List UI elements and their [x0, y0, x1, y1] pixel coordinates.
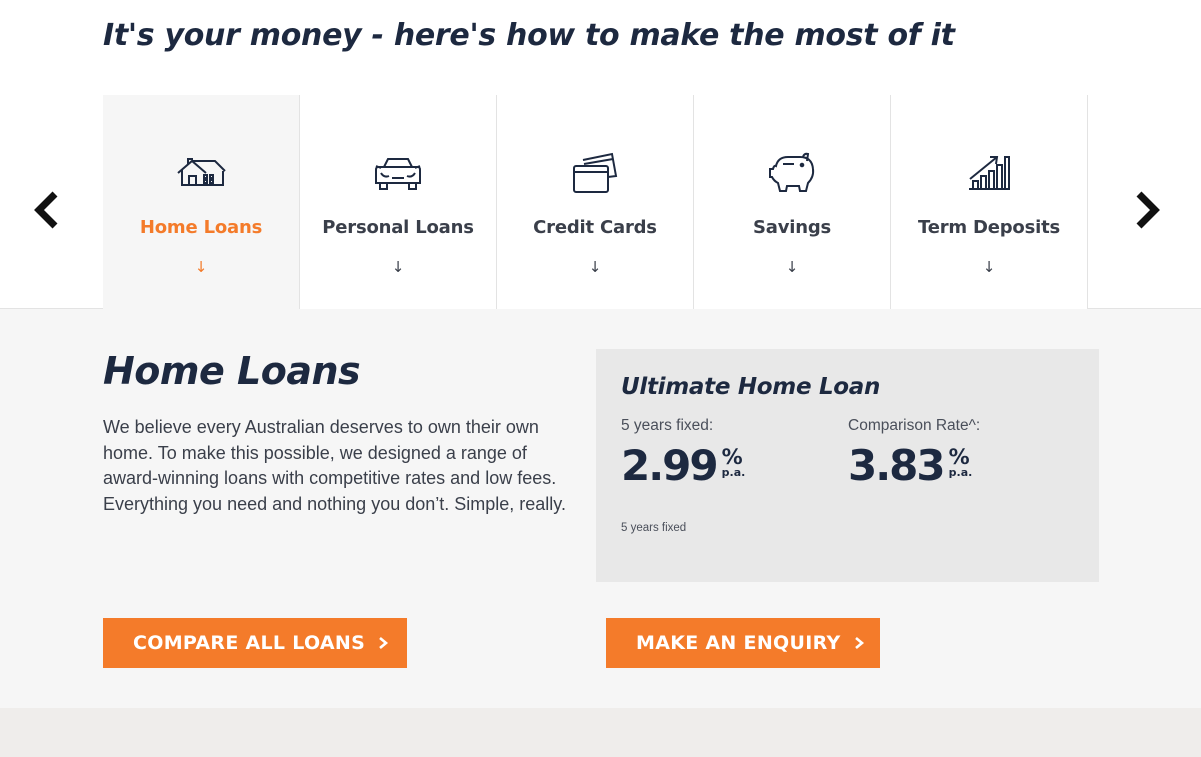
- piggy-bank-icon: [766, 151, 818, 197]
- rate-note: 5 years fixed: [621, 522, 687, 534]
- chevron-right-icon: [379, 637, 389, 649]
- rate-card-title: Ultimate Home Loan: [621, 374, 881, 400]
- carousel-next-button[interactable]: [1128, 190, 1168, 230]
- product-detail-panel: Home Loans We believe every Australian d…: [0, 309, 1201, 708]
- arrow-down-icon: ↓: [588, 258, 602, 276]
- arrow-down-icon: ↓: [194, 258, 208, 276]
- page: It's your money - here's how to make the…: [0, 0, 1201, 757]
- per-annum-label: p.a.: [721, 466, 746, 479]
- tab-home-loans[interactable]: Home Loans ↓: [103, 95, 300, 310]
- tab-label: Savings: [752, 217, 832, 238]
- house-icon: [175, 151, 227, 197]
- percent-sign: %: [721, 445, 743, 469]
- fixed-rate: 5 years fixed: 2.99 % p.a.: [621, 417, 745, 489]
- compare-all-loans-button[interactable]: COMPARE ALL LOANS: [103, 618, 407, 668]
- chevron-right-icon: [854, 637, 864, 649]
- section-description: We believe every Australian deserves to …: [103, 417, 566, 514]
- section-title: Home Loans: [103, 349, 361, 393]
- rate-card: Ultimate Home Loan 5 years fixed: 2.99 %…: [596, 349, 1099, 582]
- per-annum-label: p.a.: [948, 466, 973, 479]
- comparison-rate: Comparison Rate^: 3.83 % p.a.: [848, 417, 980, 489]
- percent-sign: %: [948, 445, 970, 469]
- make-an-enquiry-button[interactable]: MAKE AN ENQUIRY: [606, 618, 880, 668]
- rate-value: 3.83: [848, 441, 946, 490]
- footer-band: [0, 708, 1201, 757]
- rate-label: Comparison Rate^:: [848, 417, 981, 434]
- tab-label: Term Deposits: [918, 217, 1060, 238]
- credit-card-icon: [569, 151, 621, 197]
- car-icon: [372, 151, 424, 197]
- carousel-prev-button[interactable]: [26, 190, 66, 230]
- product-tabs: Home Loans ↓ Personal Loans ↓ Credit Car…: [103, 95, 1088, 310]
- page-headline: It's your money - here's how to make the…: [103, 18, 955, 53]
- rate-suffix: % p.a.: [949, 447, 973, 479]
- chevron-left-icon: [34, 191, 58, 229]
- button-label: COMPARE ALL LOANS: [133, 632, 366, 654]
- rate-suffix: % p.a.: [722, 447, 746, 479]
- arrow-down-icon: ↓: [391, 258, 405, 276]
- rate-label: 5 years fixed:: [621, 417, 714, 434]
- tab-term-deposits[interactable]: Term Deposits ↓: [891, 95, 1088, 309]
- chevron-right-icon: [1136, 191, 1160, 229]
- rate-value-row: 3.83 % p.a.: [848, 443, 980, 489]
- tab-credit-cards[interactable]: Credit Cards ↓: [497, 95, 694, 309]
- arrow-down-icon: ↓: [982, 258, 996, 276]
- tab-label: Home Loans: [139, 217, 263, 238]
- tab-label: Personal Loans: [322, 217, 474, 238]
- tab-label: Credit Cards: [533, 217, 657, 238]
- tab-personal-loans[interactable]: Personal Loans ↓: [300, 95, 497, 309]
- rate-value: 2.99: [621, 441, 719, 490]
- arrow-down-icon: ↓: [785, 258, 799, 276]
- product-carousel: Home Loans ↓ Personal Loans ↓ Credit Car…: [0, 95, 1201, 310]
- growth-chart-icon: [963, 151, 1015, 197]
- button-label: MAKE AN ENQUIRY: [636, 632, 841, 654]
- tab-savings[interactable]: Savings ↓: [694, 95, 891, 309]
- rate-value-row: 2.99 % p.a.: [621, 443, 745, 489]
